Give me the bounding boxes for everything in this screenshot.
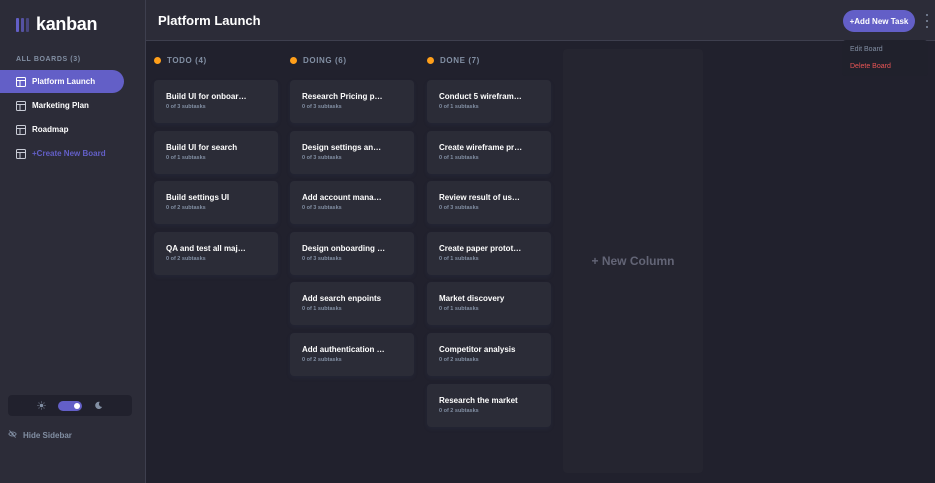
all-boards-heading: ALL BOARDS (3) (16, 56, 81, 63)
task-card[interactable]: Competitor analysis 0 of 2 subtasks (427, 333, 551, 376)
task-card[interactable]: Build settings UI 0 of 2 subtasks (154, 181, 278, 224)
task-title: Build UI for search (166, 143, 238, 152)
kebab-menu-icon[interactable] (925, 14, 929, 28)
task-title: QA and test all major user journeys (166, 244, 250, 253)
column-title: DONE (7) (440, 55, 480, 65)
theme-switch[interactable] (58, 400, 82, 411)
task-card[interactable]: Design onboarding flow 0 of 3 subtasks (290, 232, 414, 275)
column-header: TODO (4) (154, 54, 278, 66)
board-options-menu: Edit Board Delete Board (842, 40, 928, 76)
task-title: Add account management endpoints (302, 193, 386, 202)
task-subtasks: 0 of 1 subtasks (439, 155, 479, 161)
sidebar-item-label: Roadmap (32, 125, 69, 134)
task-title: Research Pricing points of various compe… (302, 92, 386, 101)
task-card[interactable]: Design settings and search pages 0 of 3 … (290, 131, 414, 174)
create-new-board-button[interactable]: +Create New Board (0, 142, 124, 165)
task-title: Market discovery (439, 294, 505, 303)
board-icon (16, 124, 26, 135)
task-title: Conduct 5 wireframe tests (439, 92, 523, 101)
logo: kanban (16, 14, 98, 35)
theme-toggle (8, 395, 132, 416)
task-card[interactable]: Create wireframe prototype 0 of 1 subtas… (427, 131, 551, 174)
task-card[interactable]: Market discovery 0 of 1 subtasks (427, 282, 551, 325)
task-title: Add search enpoints (302, 294, 382, 303)
sidebar: kanban ALL BOARDS (3) Platform Launch Ma… (0, 0, 146, 483)
task-subtasks: 0 of 1 subtasks (439, 104, 479, 110)
task-subtasks: 0 of 2 subtasks (439, 357, 479, 363)
logo-icon (16, 17, 29, 32)
delete-board-menu-item[interactable]: Delete Board (850, 63, 891, 70)
task-card[interactable]: Build UI for search 0 of 1 subtasks (154, 131, 278, 174)
task-title: Design onboarding flow (302, 244, 386, 253)
logo-text: kanban (36, 14, 98, 34)
eye-slash-icon (8, 430, 17, 440)
task-title: Build UI for onboarding flow (166, 92, 250, 101)
kanban-app: kanban ALL BOARDS (3) Platform Launch Ma… (0, 0, 935, 483)
task-subtasks: 0 of 1 subtasks (302, 306, 342, 312)
sidebar-item-marketing-plan[interactable]: Marketing Plan (0, 94, 124, 117)
task-card[interactable]: Build UI for onboarding flow 0 of 3 subt… (154, 80, 278, 123)
task-subtasks: 0 of 3 subtasks (439, 205, 479, 211)
hide-sidebar-label: Hide Sidebar (23, 430, 72, 440)
sidebar-item-roadmap[interactable]: Roadmap (0, 118, 124, 141)
task-subtasks: 0 of 3 subtasks (166, 104, 206, 110)
sun-icon (37, 397, 46, 415)
task-card[interactable]: Research Pricing points of various compe… (290, 80, 414, 123)
task-title: Create paper prototypes (439, 244, 523, 253)
new-column-button[interactable]: + New Column (563, 49, 703, 473)
task-card[interactable]: Add account management endpoints 0 of 3 … (290, 181, 414, 224)
header: Platform Launch +Add New Task (146, 0, 935, 41)
edit-board-menu-item[interactable]: Edit Board (850, 46, 883, 53)
column-dot (427, 56, 434, 64)
column-title: TODO (4) (167, 55, 207, 65)
task-card[interactable]: Review result of usability tests 0 of 3 … (427, 181, 551, 224)
column-doing: DOING (6) (290, 54, 414, 66)
task-subtasks: 0 of 1 subtasks (439, 256, 479, 262)
task-card[interactable]: Add authentication endpoints 0 of 2 subt… (290, 333, 414, 376)
task-subtasks: 0 of 3 subtasks (302, 256, 342, 262)
sidebar-item-platform-launch[interactable]: Platform Launch (0, 70, 124, 93)
task-title: Competitor analysis (439, 345, 516, 354)
sidebar-item-label: Platform Launch (32, 77, 96, 86)
task-title: Design settings and search pages (302, 143, 386, 152)
task-subtasks: 0 of 1 subtasks (166, 155, 206, 161)
task-subtasks: 0 of 3 subtasks (302, 104, 342, 110)
column-header: DOING (6) (290, 54, 414, 66)
task-card[interactable]: Add search enpoints 0 of 1 subtasks (290, 282, 414, 325)
task-subtasks: 0 of 3 subtasks (302, 205, 342, 211)
task-title: Research the market (439, 396, 518, 405)
column-dot (290, 56, 297, 64)
board-list: Platform Launch Marketing Plan Roadmap +… (0, 70, 146, 166)
task-subtasks: 0 of 3 subtasks (302, 155, 342, 161)
add-new-task-button[interactable]: +Add New Task (843, 10, 915, 32)
create-board-label: +Create New Board (32, 149, 106, 158)
hide-sidebar-button[interactable]: Hide Sidebar (8, 430, 72, 440)
task-subtasks: 0 of 2 subtasks (166, 256, 206, 262)
task-subtasks: 0 of 2 subtasks (439, 408, 479, 414)
task-title: Build settings UI (166, 193, 230, 202)
task-title: Review result of usability tests (439, 193, 523, 202)
column-done: DONE (7) (427, 54, 551, 66)
board-icon (16, 100, 26, 111)
task-card[interactable]: Conduct 5 wireframe tests 0 of 1 subtask… (427, 80, 551, 123)
board-icon (16, 76, 26, 87)
page-title: Platform Launch (158, 13, 261, 28)
column-dot (154, 56, 161, 64)
board-icon (16, 148, 26, 159)
task-card[interactable]: Create paper prototypes 0 of 1 subtasks (427, 232, 551, 275)
sidebar-item-label: Marketing Plan (32, 101, 89, 110)
task-subtasks: 0 of 1 subtasks (439, 306, 479, 312)
task-title: Create wireframe prototype (439, 143, 523, 152)
column-header: DONE (7) (427, 54, 551, 66)
column-title: DOING (6) (303, 55, 347, 65)
task-card[interactable]: QA and test all major user journeys 0 of… (154, 232, 278, 275)
task-card[interactable]: Research the market 0 of 2 subtasks (427, 384, 551, 427)
task-subtasks: 0 of 2 subtasks (302, 357, 342, 363)
task-title: Add authentication endpoints (302, 345, 386, 354)
moon-icon (94, 397, 103, 415)
task-subtasks: 0 of 2 subtasks (166, 205, 206, 211)
column-todo: TODO (4) (154, 54, 278, 66)
